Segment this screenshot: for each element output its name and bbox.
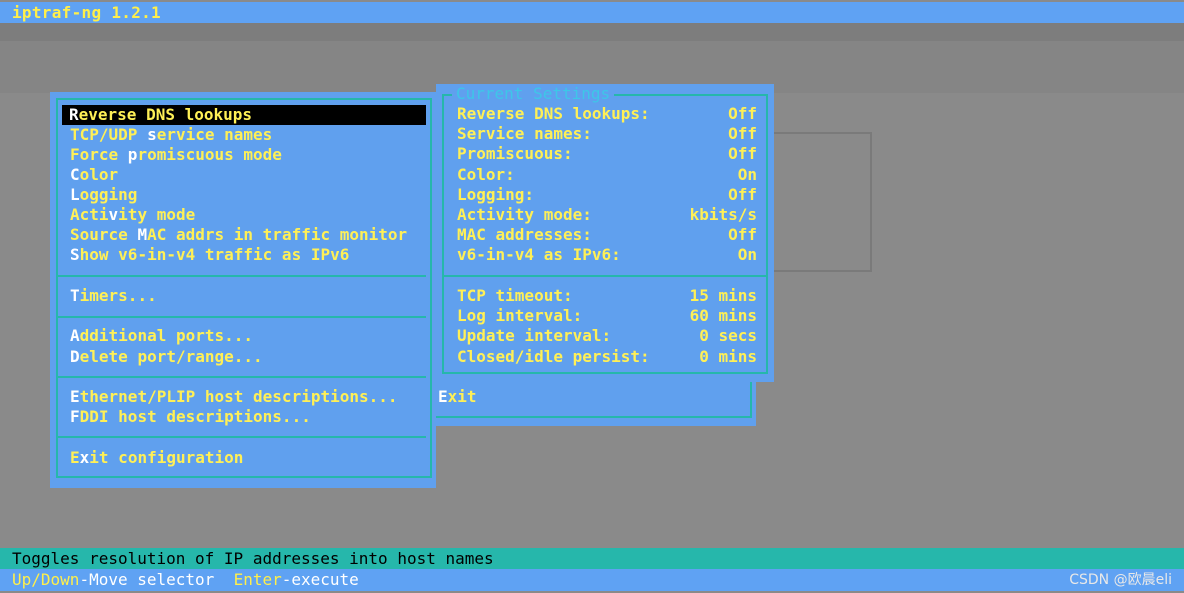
setting-label: TCP timeout: <box>457 286 573 305</box>
setting-row: Logging: Off <box>457 185 757 205</box>
menu-item-promiscuous[interactable]: Force promiscuous mode <box>70 145 282 165</box>
setting-value: 0 mins <box>699 347 757 366</box>
setting-value: Off <box>728 144 757 163</box>
menu-item-reverse-dns[interactable]: Reverse DNS lookups <box>62 105 426 125</box>
watermark: CSDN @欧晨eli <box>1069 572 1172 588</box>
menu-item-ethernet-hosts[interactable]: Ethernet/PLIP host descriptions... <box>70 387 398 407</box>
setting-label: Logging: <box>457 185 535 204</box>
menu-item-v6-in-v4[interactable]: Show v6-in-v4 traffic as IPv6 <box>70 245 349 265</box>
menu-item-logging[interactable]: Logging <box>70 185 137 205</box>
settings-separator <box>444 275 766 277</box>
setting-value: kbits/s <box>689 205 757 224</box>
setting-label: Update interval: <box>457 326 612 345</box>
menu-item-delete-port[interactable]: Delete port/range... <box>70 347 263 367</box>
setting-value: 15 mins <box>689 286 757 305</box>
setting-row: Promiscuous: Off <box>457 144 757 164</box>
menu-item-activity-mode[interactable]: Activity mode <box>70 205 195 225</box>
menu-item-color[interactable]: Color <box>70 165 118 185</box>
setting-label: Closed/idle persist: <box>457 347 650 366</box>
setting-row: Activity mode: kbits/s <box>457 205 757 225</box>
setting-value: On <box>737 165 757 184</box>
key-hint-key: Up/Down <box>12 570 80 589</box>
setting-value: Off <box>728 185 757 204</box>
setting-label: v6-in-v4 as IPv6: <box>457 245 621 264</box>
menu-separator <box>58 316 426 318</box>
setting-row: Update interval: 0 secs <box>457 326 757 346</box>
setting-row: TCP timeout: 15 mins <box>457 286 757 306</box>
exit-panel: Exit <box>436 382 756 426</box>
key-hint-desc: -execute <box>281 570 359 589</box>
menu-item-fddi-hosts[interactable]: FDDI host descriptions... <box>70 407 311 427</box>
setting-value: 60 mins <box>689 306 757 325</box>
setting-label: Service names: <box>457 124 592 143</box>
setting-label: Promiscuous: <box>457 144 573 163</box>
menu-separator <box>58 275 426 277</box>
setting-value: 0 secs <box>699 326 757 345</box>
menu-separator <box>58 436 426 438</box>
menu-item-timers[interactable]: Timers... <box>70 286 157 306</box>
key-help-bar: Up/Down-Move selector Enter-execute <box>0 569 1184 591</box>
menu-item-additional-ports[interactable]: Additional ports... <box>70 326 253 346</box>
setting-label: Color: <box>457 165 515 184</box>
setting-row: Closed/idle persist: 0 mins <box>457 347 757 367</box>
setting-value: On <box>737 245 757 264</box>
menu-item-service-names[interactable]: TCP/UDP service names <box>70 125 272 145</box>
setting-value: Off <box>728 124 757 143</box>
status-description: Toggles resolution of IP addresses into … <box>0 548 1184 569</box>
setting-value: Off <box>728 104 757 123</box>
setting-row: Log interval: 60 mins <box>457 306 757 326</box>
setting-value: Off <box>728 225 757 244</box>
setting-row: Color: On <box>457 165 757 185</box>
configure-menu-panel: Reverse DNS lookups TCP/UDP service name… <box>50 92 436 488</box>
settings-title: Current Settings <box>452 84 615 104</box>
setting-label: Reverse DNS lookups: <box>457 104 650 123</box>
window-title: iptraf-ng 1.2.1 <box>0 2 1184 23</box>
setting-row: v6-in-v4 as IPv6: On <box>457 245 757 265</box>
background-bookmarks-strip <box>0 23 1184 41</box>
key-hint-key: Enter <box>233 570 282 589</box>
current-settings-panel: Current Settings Reverse DNS lookups: Off… <box>436 84 774 382</box>
menu-item-exit-configuration[interactable]: Exit configuration <box>70 448 243 468</box>
exit-button[interactable]: Exit <box>438 387 477 407</box>
key-hint-desc: -Move selector <box>79 570 215 589</box>
setting-row: Reverse DNS lookups: Off <box>457 104 757 124</box>
menu-item-source-mac[interactable]: Source MAC addrs in traffic monitor <box>70 225 407 245</box>
exit-panel-border <box>436 382 752 418</box>
setting-row: MAC addresses: Off <box>457 225 757 245</box>
setting-label: MAC addresses: <box>457 225 592 244</box>
setting-label: Activity mode: <box>457 205 592 224</box>
setting-label: Log interval: <box>457 306 583 325</box>
menu-separator <box>58 376 426 378</box>
setting-row: Service names: Off <box>457 124 757 144</box>
